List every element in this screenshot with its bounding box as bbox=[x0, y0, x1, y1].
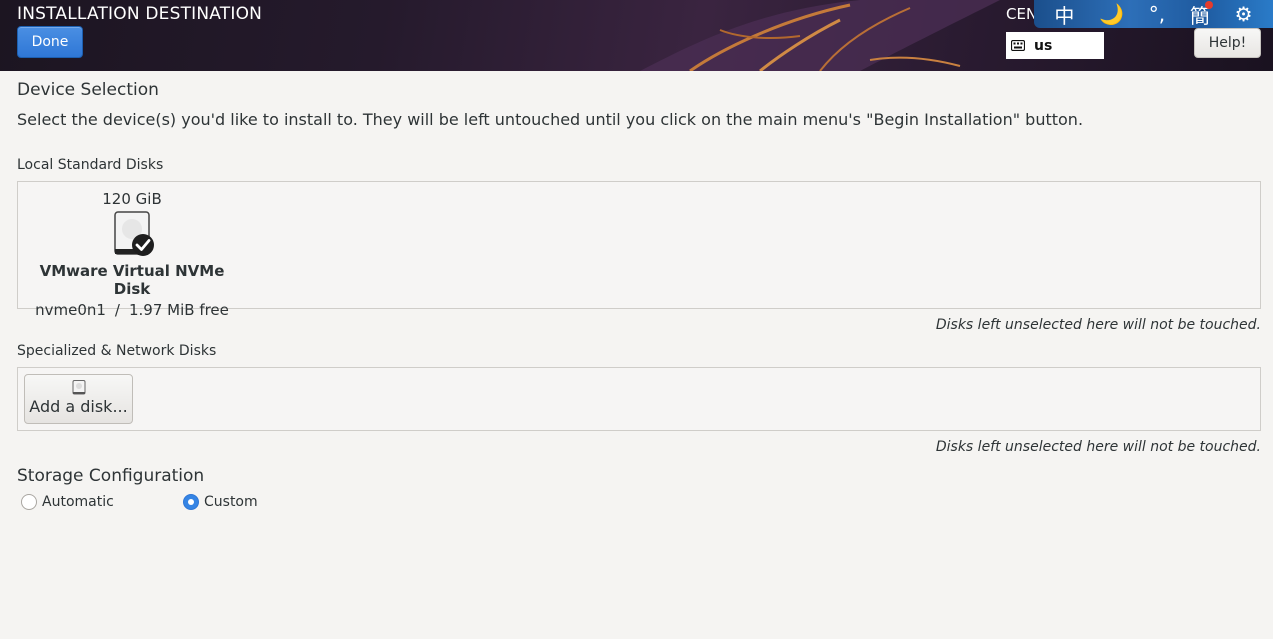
disk-device: nvme0n1 bbox=[35, 301, 106, 319]
storage-custom-label: Custom bbox=[204, 494, 258, 510]
hard-disk-selected-icon bbox=[114, 211, 154, 256]
disk-meta: nvme0n1 / 1.97 MiB free bbox=[30, 301, 234, 319]
disk-free-space: 1.97 MiB free bbox=[128, 301, 229, 319]
add-disk-icon bbox=[72, 380, 85, 395]
add-disk-label: Add a disk... bbox=[29, 397, 128, 416]
distro-label: CEN bbox=[1006, 5, 1038, 23]
network-disks-note: Disks left unselected here will not be t… bbox=[935, 439, 1261, 455]
header-bar: INSTALLATION DESTINATION Done CEN us Hel… bbox=[0, 0, 1273, 71]
local-disks-note: Disks left unselected here will not be t… bbox=[935, 317, 1261, 333]
network-disks-title: Specialized & Network Disks bbox=[17, 343, 217, 359]
storage-configuration-title: Storage Configuration bbox=[17, 466, 205, 486]
ime-punctuation[interactable]: °, bbox=[1149, 2, 1165, 26]
ime-settings-icon[interactable]: ⚙ bbox=[1235, 2, 1253, 26]
ime-notification-dot bbox=[1205, 1, 1213, 9]
done-button[interactable]: Done bbox=[17, 26, 83, 58]
disk-meta-separator: / bbox=[114, 301, 120, 319]
disk-tile-nvme0n1[interactable]: 120 GiB VMware Virtual NVMe Disk nvme0n1… bbox=[30, 190, 234, 319]
storage-automatic-radio[interactable]: Automatic bbox=[21, 494, 114, 510]
network-disks-panel: Add a disk... bbox=[17, 367, 1261, 431]
add-disk-button[interactable]: Add a disk... bbox=[24, 374, 133, 424]
page-title: INSTALLATION DESTINATION bbox=[17, 4, 263, 24]
ime-toolbar[interactable]: 中 🌙 °, 簡 ⚙ bbox=[1034, 0, 1273, 28]
disk-size: 120 GiB bbox=[102, 190, 162, 208]
keyboard-layout-indicator[interactable]: us bbox=[1006, 32, 1104, 59]
keyboard-layout-label: us bbox=[1034, 37, 1053, 54]
local-disks-title: Local Standard Disks bbox=[17, 157, 164, 173]
ime-chinese-mode[interactable]: 中 bbox=[1054, 0, 1074, 29]
storage-custom-radio[interactable]: Custom bbox=[183, 494, 258, 510]
device-selection-title: Device Selection bbox=[17, 80, 159, 100]
local-disks-panel: 120 GiB VMware Virtual NVMe Disk nvme0n1… bbox=[17, 181, 1261, 319]
radio-unchecked-icon bbox=[21, 494, 37, 510]
ime-moon-icon[interactable]: 🌙 bbox=[1099, 2, 1124, 26]
disk-name: VMware Virtual NVMe Disk bbox=[39, 262, 225, 298]
storage-automatic-label: Automatic bbox=[42, 494, 114, 510]
help-button[interactable]: Help! bbox=[1194, 28, 1261, 58]
radio-checked-icon bbox=[183, 494, 199, 510]
device-selection-description: Select the device(s) you'd like to insta… bbox=[17, 110, 1084, 129]
keyboard-icon bbox=[1011, 40, 1025, 51]
